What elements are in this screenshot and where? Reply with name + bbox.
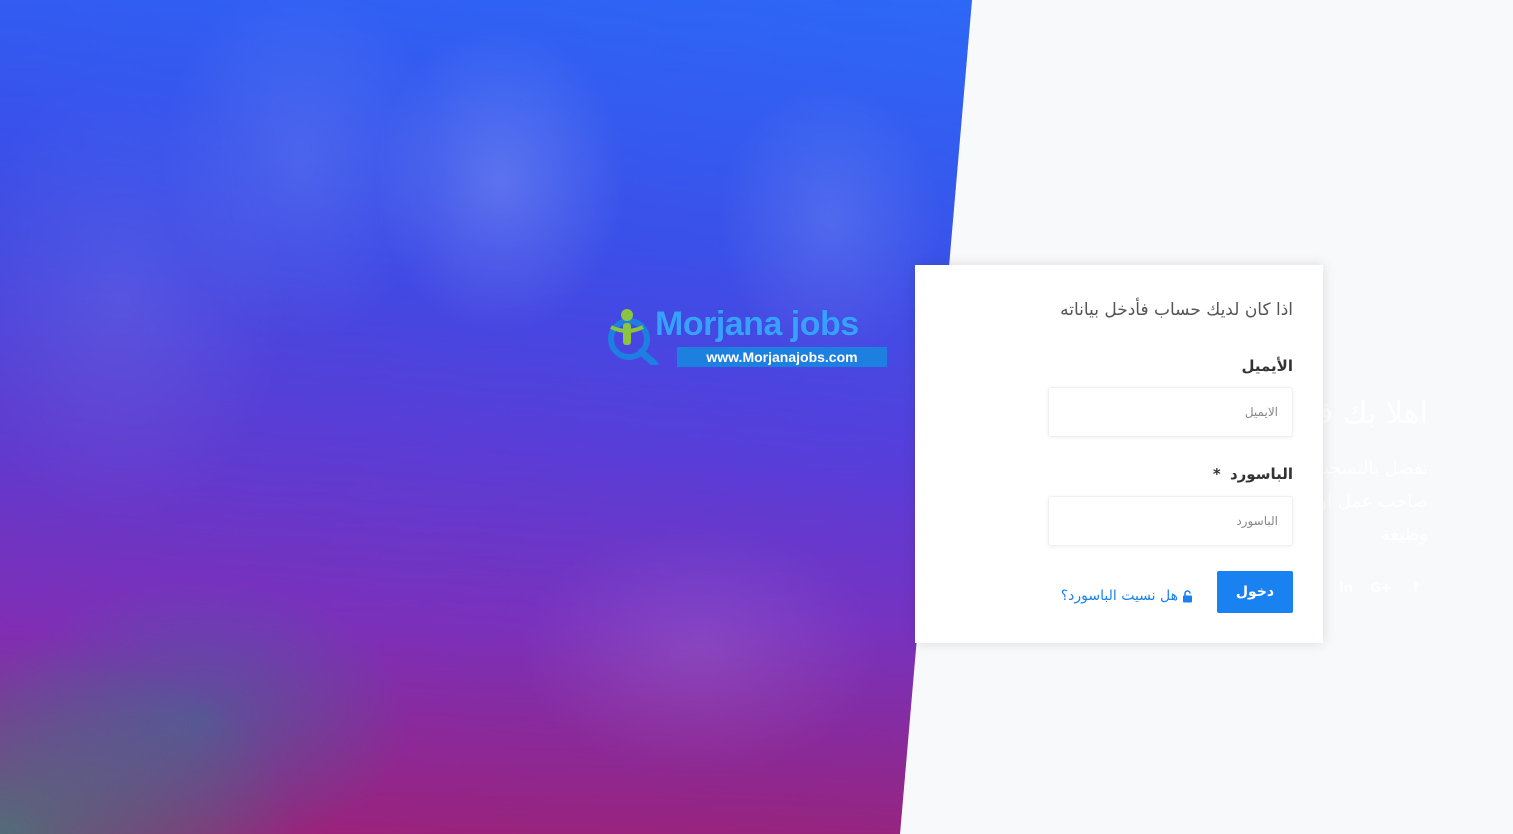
logo-magnifier-icon <box>608 309 659 365</box>
site-logo[interactable]: Morjana jobs www.Morjanajobs.com <box>605 305 890 367</box>
forgot-password-label: هل نسيت الباسورد؟ <box>1060 588 1178 604</box>
email-label: الأيميل <box>1241 357 1293 375</box>
hero-glow <box>0 634 300 834</box>
logo-url: www.Morjanajobs.com <box>677 347 887 367</box>
lock-icon <box>1183 589 1192 602</box>
password-field[interactable] <box>1048 496 1293 546</box>
forgot-password-link[interactable]: هل نسيت الباسورد؟ <box>1061 588 1193 604</box>
login-heading: اذا كان لديك حساب فأدخل بياناته <box>1060 300 1293 320</box>
login-button[interactable]: دخول <box>1217 571 1293 613</box>
linkedin-icon[interactable]: in <box>1339 579 1353 597</box>
email-field[interactable] <box>1048 387 1293 437</box>
required-marker: * <box>1212 465 1221 483</box>
logo-text: Morjana jobs <box>655 305 859 343</box>
login-card: اذا كان لديك حساب فأدخل بياناته الأيميل … <box>915 265 1323 643</box>
facebook-icon[interactable]: f <box>1409 579 1423 597</box>
google-plus-icon[interactable]: G+ <box>1370 579 1392 597</box>
password-label: الباسورد * <box>1213 465 1293 483</box>
hero-panel <box>0 0 972 834</box>
password-label-text: الباسورد <box>1229 465 1293 483</box>
